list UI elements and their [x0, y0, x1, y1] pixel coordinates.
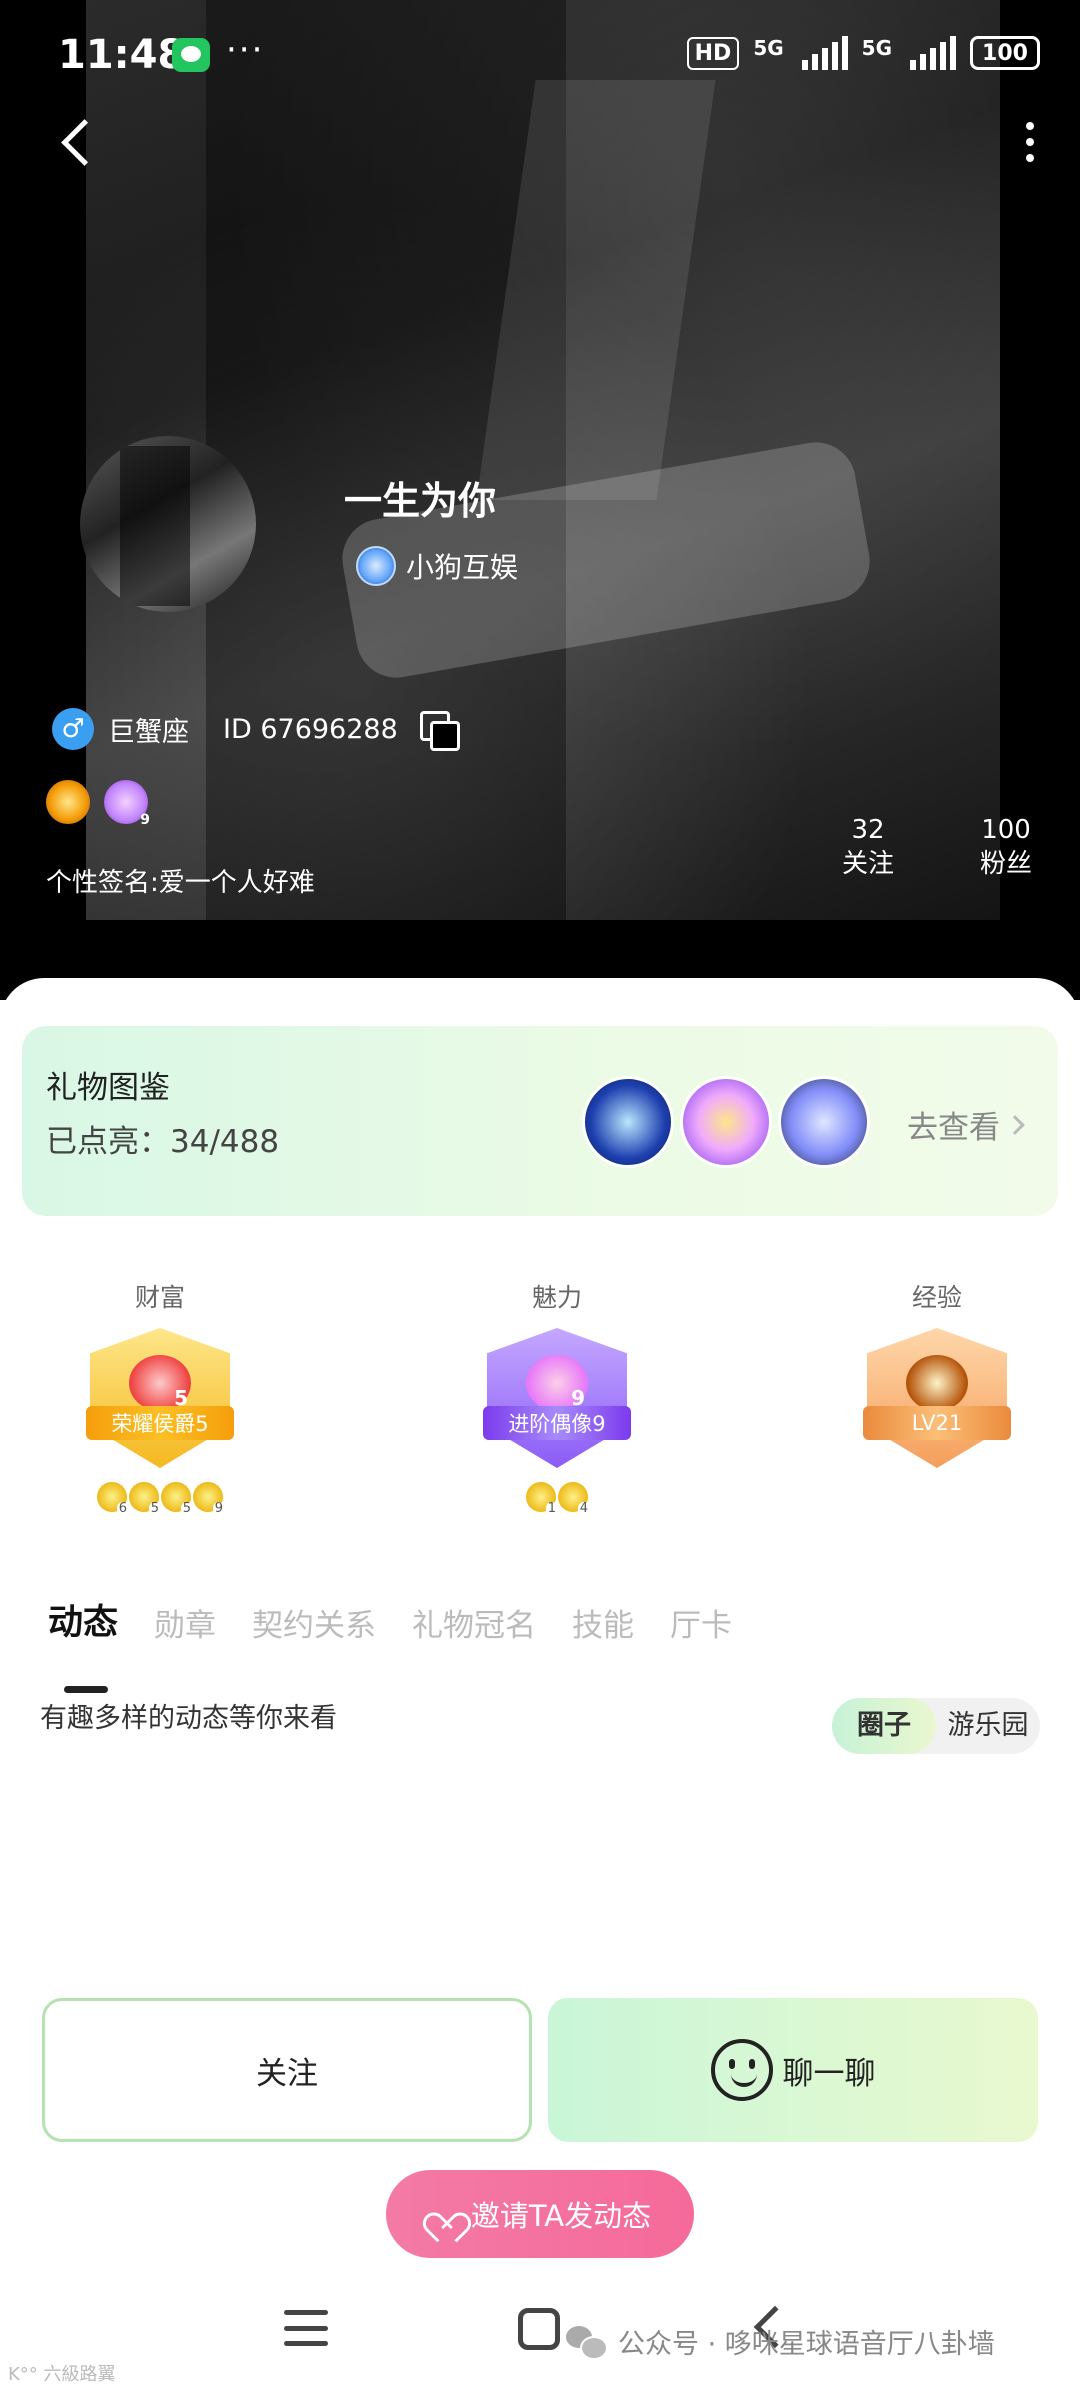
- switch-playground[interactable]: 游乐园: [936, 1698, 1040, 1754]
- fans-stat[interactable]: 100 粉丝: [980, 814, 1032, 882]
- wechat-icon: [566, 2325, 608, 2360]
- gift-lit-count: 已点亮：34/488: [46, 1124, 280, 1160]
- profile-badges: 9: [46, 780, 150, 828]
- guild-icon: [356, 546, 396, 586]
- heart-badge-icon[interactable]: 9: [104, 780, 150, 828]
- following-label: 关注: [842, 848, 895, 879]
- more-notifications-icon: ···: [226, 30, 265, 70]
- signal-icon: [801, 36, 848, 70]
- gift-thumbnails: [582, 1076, 870, 1168]
- profile-sheet: 礼物图鉴 已点亮：34/488 去查看 财富 5 荣耀侯爵5 6 5 5 9 魅…: [0, 978, 1080, 2401]
- back-button[interactable]: [52, 112, 96, 172]
- watermark: 公众号 · 哆咪星球语音厅八卦墙: [566, 2322, 995, 2361]
- feed-hint: 有趣多样的动态等你来看: [40, 1703, 337, 1734]
- sub-badge-icon: 9: [193, 1482, 225, 1516]
- signature: 个性签名:爱一个人好难: [46, 868, 315, 898]
- experience-level[interactable]: 经验 LV21: [837, 1278, 1037, 1468]
- tab-contracts[interactable]: 契约关系: [252, 1600, 376, 1645]
- message-icon: [172, 38, 210, 72]
- status-time: 11:48: [58, 32, 186, 78]
- gift-gallery-card[interactable]: 礼物图鉴 已点亮：34/488 去查看: [22, 1026, 1058, 1216]
- chevron-right-icon: [1005, 1114, 1025, 1135]
- recent-apps-icon[interactable]: [284, 2310, 328, 2346]
- sub-badge-icon: 5: [161, 1482, 193, 1516]
- tab-medals[interactable]: 勋章: [154, 1600, 216, 1645]
- signal-icon: [910, 36, 956, 70]
- crown-badge-icon[interactable]: [46, 780, 90, 824]
- chat-button[interactable]: 聊一聊: [548, 1998, 1038, 2142]
- smile-icon: [710, 2039, 773, 2101]
- switch-circle[interactable]: 圈子: [832, 1698, 936, 1754]
- copy-icon[interactable]: [419, 711, 460, 751]
- zodiac: 巨蟹座: [108, 716, 189, 748]
- tab-skills[interactable]: 技能: [572, 1600, 634, 1645]
- fans-label: 粉丝: [980, 848, 1033, 879]
- status-indicators: HD 5G 5G 100: [686, 36, 1040, 70]
- status-bar: 11:48 ··· HD 5G 5G 100: [0, 0, 1080, 118]
- wealth-shield-icon: 5 荣耀侯爵5: [86, 1328, 234, 1468]
- home-icon[interactable]: [518, 2308, 560, 2350]
- avatar[interactable]: [80, 436, 256, 612]
- feed-switch: 圈子 游乐园: [832, 1698, 1040, 1754]
- sub-badge-icon: 1: [526, 1482, 558, 1516]
- tab-dynamics[interactable]: 动态: [48, 1594, 118, 1693]
- experience-shield-icon: LV21: [863, 1328, 1011, 1468]
- follow-button[interactable]: 关注: [42, 1998, 532, 2142]
- battery-icon: 100: [970, 36, 1040, 70]
- gift-gallery-title: 礼物图鉴: [46, 1070, 170, 1106]
- following-stat[interactable]: 32 关注: [842, 814, 894, 882]
- user-id: ID 67696288: [223, 713, 398, 745]
- nickname: 一生为你: [344, 479, 497, 523]
- sub-badge-icon: 4: [558, 1482, 590, 1516]
- invite-post-button[interactable]: 邀请TA发动态: [386, 2170, 694, 2258]
- charm-level[interactable]: 魅力 9 进阶偶像9 1 4: [457, 1278, 657, 1516]
- wealth-sub-badges: 6 5 5 9: [97, 1482, 225, 1516]
- tab-room-card[interactable]: 厅卡: [670, 1600, 732, 1645]
- charm-shield-icon: 9 进阶偶像9: [483, 1328, 631, 1468]
- profile-meta: ♂ 巨蟹座 ID 67696288: [52, 708, 460, 751]
- action-row: 关注 聊一聊: [42, 1998, 1038, 2142]
- gift-thumbnail: [582, 1076, 674, 1168]
- profile-header: 11:48 ··· HD 5G 5G 100 一生为你 小狗互娱 ♂ 巨蟹座 I…: [0, 0, 1080, 1000]
- hd-icon: HD: [686, 36, 740, 70]
- profile-tabs: 动态 勋章 契约关系 礼物冠名 技能 厅卡: [48, 1594, 732, 1693]
- fans-count: 100: [981, 815, 1031, 845]
- guild-tag[interactable]: 小狗互娱: [356, 546, 518, 586]
- corner-watermark: K°° 六級路翼: [8, 2364, 116, 2385]
- system-nav-bar: 公众号 · 哆咪星球语音厅八卦墙: [0, 2270, 1080, 2401]
- gift-thumbnail: [680, 1076, 772, 1168]
- tab-gift-naming[interactable]: 礼物冠名: [412, 1600, 536, 1645]
- wealth-level[interactable]: 财富 5 荣耀侯爵5 6 5 5 9: [60, 1278, 260, 1516]
- male-icon: ♂: [52, 708, 94, 750]
- following-count: 32: [851, 815, 885, 845]
- gift-thumbnail: [778, 1076, 870, 1168]
- guild-name: 小狗互娱: [406, 551, 519, 584]
- view-gifts-link[interactable]: 去查看: [907, 1102, 1025, 1147]
- level-badges: 财富 5 荣耀侯爵5 6 5 5 9 魅力 9 进阶偶像9 1 4 经验 LV2…: [0, 1278, 1080, 1518]
- sub-badge-icon: 5: [129, 1482, 161, 1516]
- charm-sub-badges: 1 4: [526, 1482, 590, 1516]
- more-options-button[interactable]: [1010, 112, 1050, 172]
- sub-badge-icon: 6: [97, 1482, 129, 1516]
- heart-icon: [429, 2200, 459, 2228]
